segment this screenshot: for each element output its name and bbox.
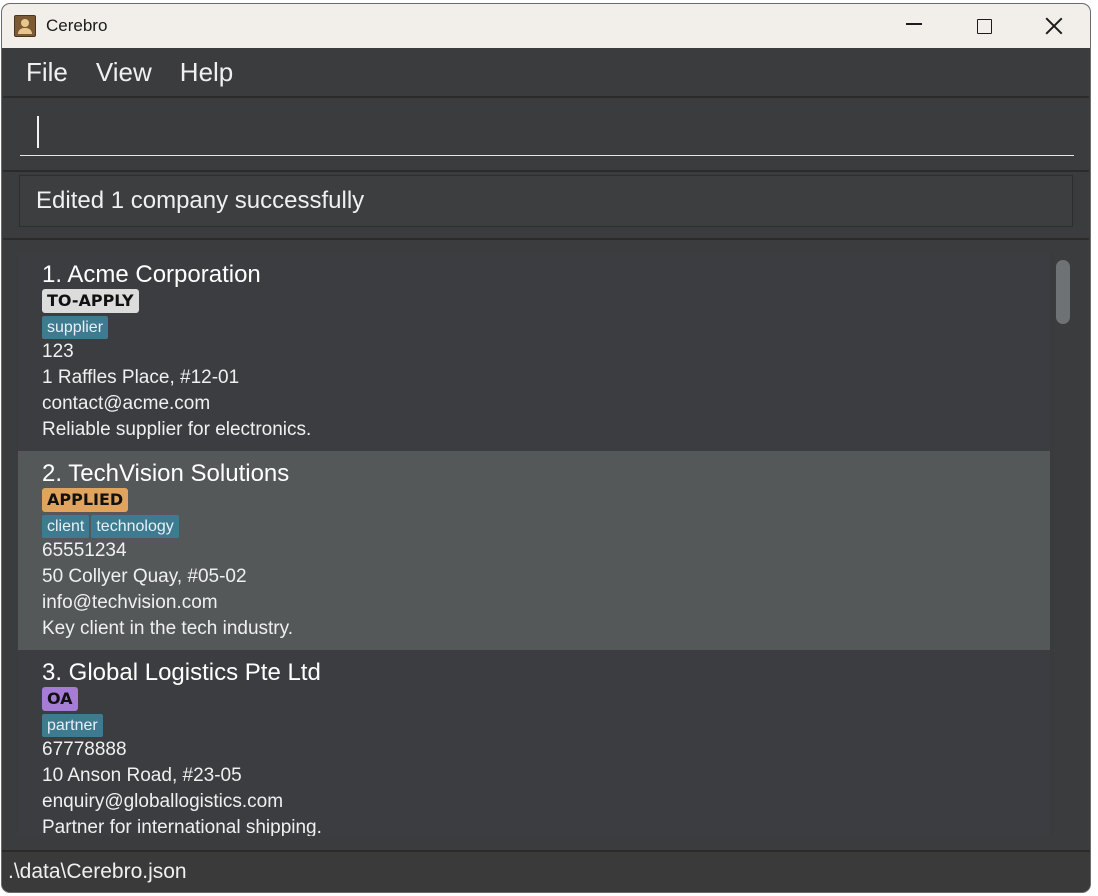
company-email: enquiry@globallogistics.com [42, 791, 284, 812]
company-email: info@techvision.com [42, 592, 218, 613]
maximize-icon [976, 18, 992, 34]
company-card[interactable]: 2. TechVision Solutions APPLIED client tech… [18, 451, 1050, 650]
result-message: Edited 1 company successfully [19, 175, 1073, 227]
maximize-button[interactable] [950, 4, 1018, 48]
minimize-icon [906, 23, 922, 25]
scrollbar-track[interactable] [1054, 252, 1074, 836]
tag-chip: client [42, 515, 90, 538]
result-panel: Edited 1 company successfully [3, 172, 1089, 240]
close-button[interactable] [1020, 4, 1088, 48]
company-name: 3. Global Logistics Pte Ltd [42, 659, 321, 686]
tag-list: client technology [42, 515, 179, 538]
scrollbar-thumb[interactable] [1056, 260, 1070, 324]
company-address: 10 Anson Road, #23-05 [42, 765, 242, 786]
text-caret [37, 116, 39, 148]
company-phone: 65551234 [42, 540, 127, 561]
company-email: contact@acme.com [42, 393, 211, 414]
title-bar[interactable]: Cerebro [2, 4, 1090, 48]
tag-chip: supplier [42, 316, 109, 339]
status-badge: TO-APPLY [42, 289, 139, 313]
storage-path: .\data\Cerebro.json [8, 860, 187, 883]
company-phone: 67778888 [42, 739, 127, 760]
company-name: 2. TechVision Solutions [42, 460, 290, 487]
command-panel [3, 96, 1089, 172]
company-remark: Partner for international shipping. [42, 817, 322, 836]
company-card[interactable]: 1. Acme Corporation TO-APPLY supplier 123 1 … [18, 252, 1050, 451]
company-list[interactable]: 1. Acme Corporation TO-APPLY supplier 123 1 … [18, 252, 1054, 836]
menu-file[interactable]: File [26, 57, 68, 88]
company-address: 1 Raffles Place, #12-01 [42, 367, 240, 388]
menu-help[interactable]: Help [180, 57, 233, 88]
company-card[interactable]: 3. Global Logistics Pte Ltd OA partner 6777… [18, 650, 1050, 836]
menu-view[interactable]: View [96, 57, 152, 88]
tag-list: supplier [42, 316, 109, 339]
status-badge: APPLIED [42, 488, 129, 512]
storage-path-bar: .\data\Cerebro.json [2, 850, 1090, 892]
command-input[interactable] [20, 106, 1074, 156]
close-icon [1045, 17, 1063, 35]
company-remark: Key client in the tech industry. [42, 618, 293, 639]
tag-list: partner [42, 714, 103, 737]
tag-chip: partner [42, 714, 103, 737]
company-remark: Reliable supplier for electronics. [42, 419, 312, 440]
minimize-button[interactable] [880, 4, 948, 48]
menu-bar: File View Help [2, 48, 1090, 96]
window-title: Cerebro [46, 16, 108, 35]
company-address: 50 Collyer Quay, #05-02 [42, 566, 247, 587]
tag-chip: technology [91, 515, 179, 538]
company-phone: 123 [42, 341, 74, 362]
app-icon [14, 15, 36, 37]
app-window: Cerebro File View Help Edited 1 company … [2, 4, 1090, 892]
company-name: 1. Acme Corporation [42, 261, 261, 288]
status-badge: OA [42, 687, 78, 711]
